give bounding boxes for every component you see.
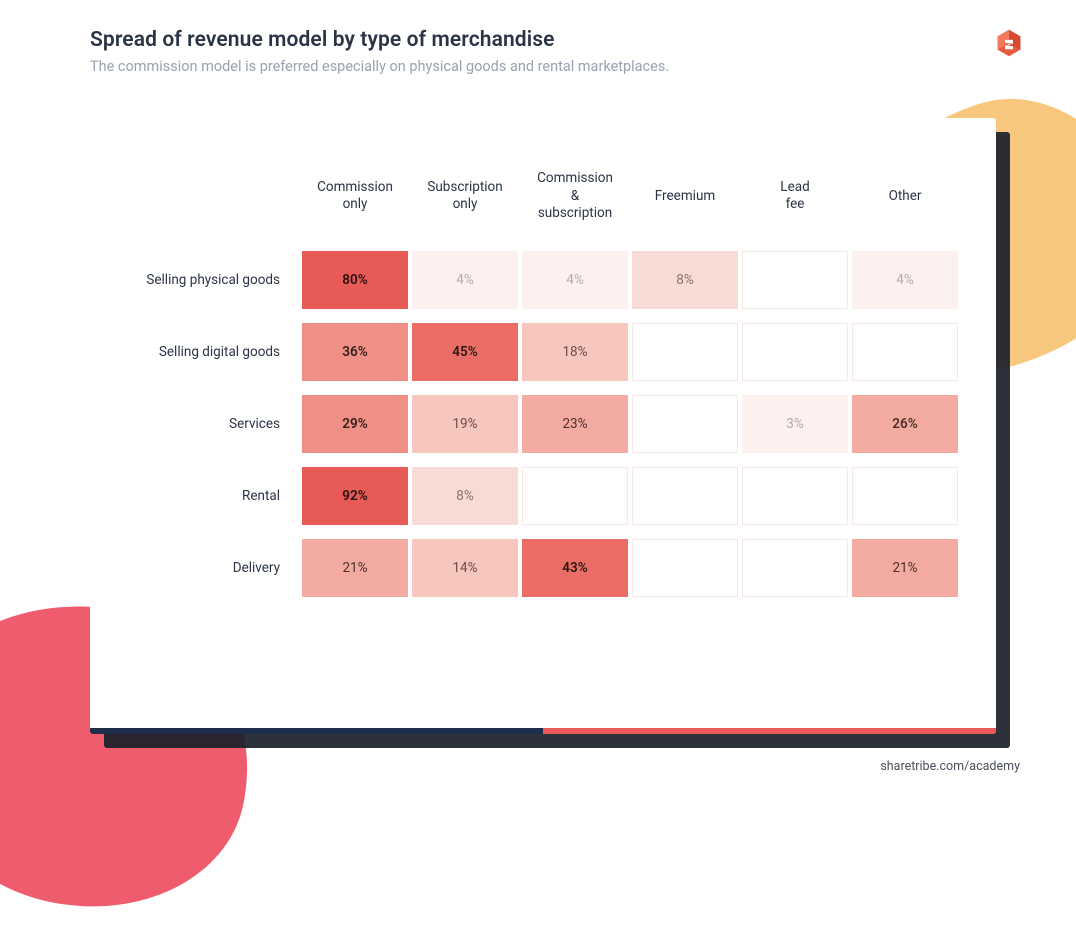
heatmap-cell: 23% <box>522 395 628 453</box>
heatmap-cell: 19% <box>412 395 518 453</box>
heatmap-cell: 4% <box>522 251 628 309</box>
heatmap-cell: 92% <box>302 467 408 525</box>
heatmap-cell: 3% <box>742 395 848 453</box>
heatmap-row-header: Rental <box>108 488 298 504</box>
heatmap-col-header: Other <box>852 186 958 220</box>
card-footer-stripe <box>90 728 996 734</box>
page-subtitle: The commission model is preferred especi… <box>90 58 1016 75</box>
heatmap-cell <box>742 323 848 381</box>
heatmap-cell <box>742 539 848 597</box>
heatmap-cell <box>522 467 628 525</box>
sharetribe-logo-icon <box>990 24 1028 62</box>
heatmap-cell: 26% <box>852 395 958 453</box>
heatmap-cell <box>852 323 958 381</box>
heatmap-cell: 21% <box>852 539 958 597</box>
heatmap-cell: 36% <box>302 323 408 381</box>
heatmap-cell: 45% <box>412 323 518 381</box>
card: CommissiononlySubscriptiononlyCommission… <box>90 118 996 734</box>
heatmap-row-header: Delivery <box>108 560 298 576</box>
heatmap-cell <box>852 467 958 525</box>
heatmap-cell: 8% <box>412 467 518 525</box>
heatmap-cell: 80% <box>302 251 408 309</box>
page-title: Spread of revenue model by type of merch… <box>90 28 1016 52</box>
heatmap-col-header: Subscriptiononly <box>412 177 518 228</box>
heatmap-cell: 21% <box>302 539 408 597</box>
heatmap-cell: 18% <box>522 323 628 381</box>
heatmap-cell <box>742 467 848 525</box>
heatmap-cell: 8% <box>632 251 738 309</box>
heatmap-col-header: Leadfee <box>742 177 848 228</box>
heatmap-cell <box>742 251 848 309</box>
footer-link: sharetribe.com/academy <box>880 759 1020 774</box>
heatmap-cell <box>632 323 738 381</box>
heatmap-cell: 14% <box>412 539 518 597</box>
heatmap-cell <box>632 467 738 525</box>
heatmap-cell <box>632 395 738 453</box>
heatmap-col-header: Commission&subscription <box>522 168 628 237</box>
card-body: CommissiononlySubscriptiononlyCommission… <box>90 118 996 728</box>
heatmap-row-header: Selling digital goods <box>108 344 298 360</box>
heatmap-cell: 43% <box>522 539 628 597</box>
heatmap-cell <box>632 539 738 597</box>
heatmap-cell: 4% <box>412 251 518 309</box>
chart-card: CommissiononlySubscriptiononlyCommission… <box>90 118 996 734</box>
heatmap-table: CommissiononlySubscriptiononlyCommission… <box>108 168 958 597</box>
heatmap-col-header: Freemium <box>632 186 738 220</box>
heatmap-row-header: Selling physical goods <box>108 272 298 288</box>
heatmap-col-header: Commissiononly <box>302 177 408 228</box>
heatmap-row-header: Services <box>108 416 298 432</box>
footer-stripe-red <box>543 728 996 734</box>
footer-stripe-navy <box>90 728 543 734</box>
header: Spread of revenue model by type of merch… <box>90 28 1016 75</box>
heatmap-cell: 29% <box>302 395 408 453</box>
heatmap-cell: 4% <box>852 251 958 309</box>
